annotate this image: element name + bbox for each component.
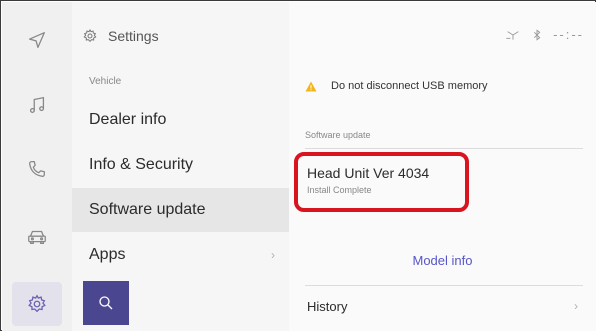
menu-item-software-update[interactable]: Software update <box>72 188 289 232</box>
menu-item-label: Dealer info <box>89 111 167 128</box>
vehicle-section-label: Vehicle <box>89 76 122 87</box>
status-bar: --:-- <box>505 27 584 42</box>
chevron-right-icon: › <box>271 248 275 262</box>
settings-header: Settings <box>82 28 159 44</box>
search-button[interactable] <box>83 281 129 325</box>
version-status: Install Complete <box>307 185 372 195</box>
history-row[interactable]: History › <box>289 284 596 328</box>
menu-item-info-security[interactable]: Info & Security <box>72 143 289 187</box>
search-icon <box>99 296 113 310</box>
rail-vehicle-button[interactable] <box>2 213 72 261</box>
side-rail <box>2 2 72 331</box>
rail-settings-button[interactable] <box>12 282 62 326</box>
version-highlight-box <box>294 152 469 212</box>
rail-music-button[interactable] <box>2 81 72 129</box>
rail-phone-button[interactable] <box>2 145 72 193</box>
menu-item-label: Info & Security <box>89 156 194 173</box>
menu-item-label: Software update <box>89 201 206 218</box>
clock-text: --:-- <box>553 27 584 42</box>
signal-antenna-icon <box>506 30 519 40</box>
warning-text: Do not disconnect USB memory <box>331 80 488 92</box>
menu-item-dealer-info[interactable]: Dealer info <box>72 98 289 142</box>
car-icon <box>28 230 46 245</box>
model-info-link[interactable]: Model info <box>289 253 596 268</box>
version-title: Head Unit Ver 4034 <box>307 165 430 181</box>
menu-item-label: Apps <box>89 246 126 263</box>
usb-warning: Do not disconnect USB memory <box>305 80 488 92</box>
rail-navigation-button[interactable] <box>2 16 72 64</box>
settings-menu: Settings Vehicle Dealer info Info & Secu… <box>72 2 289 331</box>
software-update-panel: --:-- Do not disconnect USB memory Softw… <box>289 2 596 331</box>
music-icon <box>29 96 45 113</box>
settings-gear-icon <box>83 29 97 43</box>
warning-icon <box>305 81 317 91</box>
settings-gear-icon <box>28 294 46 313</box>
head-unit-screen: Settings Vehicle Dealer info Info & Secu… <box>0 0 596 331</box>
software-update-section-label: Software update <box>305 130 371 140</box>
settings-title: Settings <box>108 28 159 44</box>
chevron-right-icon: › <box>574 299 578 313</box>
divider <box>305 148 583 149</box>
history-label: History <box>307 298 348 314</box>
navigation-icon <box>29 32 45 48</box>
menu-item-apps[interactable]: Apps › <box>72 233 289 277</box>
phone-icon <box>29 161 45 177</box>
bluetooth-icon <box>534 28 541 41</box>
